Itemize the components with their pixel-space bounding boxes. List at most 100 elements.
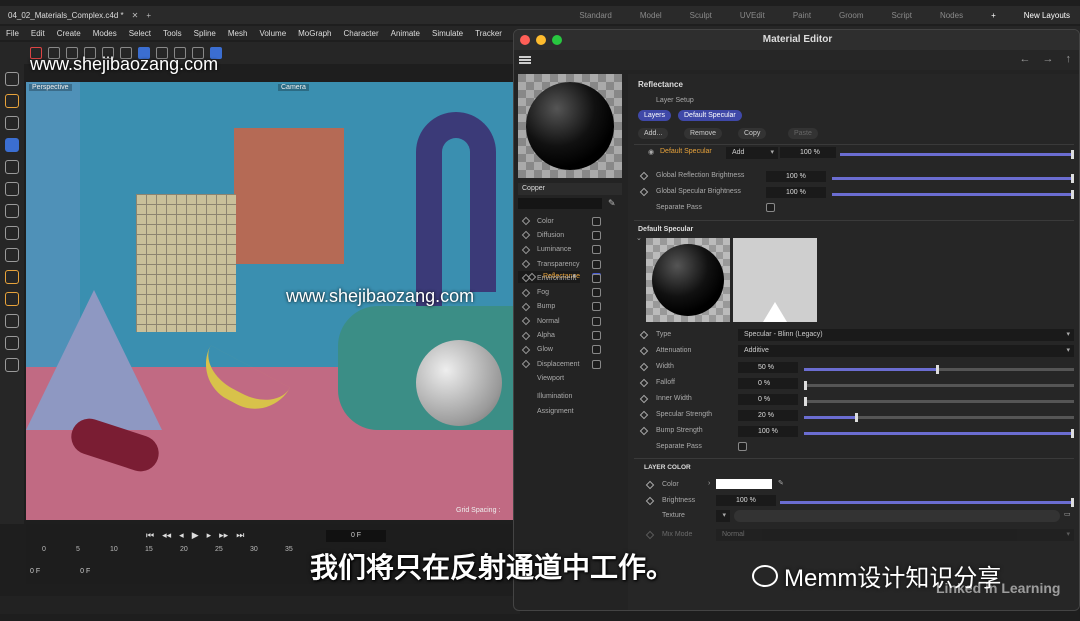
slider-knob[interactable]	[1071, 190, 1074, 199]
item-viewport[interactable]: Viewport	[518, 371, 622, 385]
menu-tracker[interactable]: Tracker	[475, 29, 502, 38]
menu-volume[interactable]: Volume	[259, 29, 286, 38]
keyframe-diamond-icon[interactable]	[521, 302, 531, 312]
channel-alpha[interactable]: Alpha	[518, 328, 622, 342]
falloff-slider[interactable]	[804, 381, 1074, 390]
keyframe-diamond-icon[interactable]	[521, 288, 531, 297]
workspace-script[interactable]: Script	[892, 11, 912, 20]
slider-knob[interactable]	[855, 413, 858, 422]
keyframe-diamond-icon[interactable]	[521, 345, 531, 355]
layer-opacity-field[interactable]: 100 %	[780, 147, 836, 158]
material-name-field[interactable]: Copper	[518, 183, 622, 195]
back-arrow-icon[interactable]: ←	[1020, 53, 1031, 65]
folder-icon[interactable]: ▭	[1064, 510, 1071, 518]
add-tab-icon[interactable]: +	[146, 11, 151, 20]
brightness-slider[interactable]	[780, 498, 1074, 507]
slider-knob[interactable]	[1071, 429, 1074, 438]
slider-knob[interactable]	[1071, 498, 1074, 507]
bump-strength-slider[interactable]	[804, 429, 1074, 438]
sketch-tool-icon[interactable]	[5, 270, 19, 284]
keyframe-diamond-icon[interactable]	[639, 378, 649, 388]
eyedropper-icon[interactable]: ✎	[778, 479, 784, 487]
menu-create[interactable]: Create	[57, 29, 81, 38]
keyframe-diamond-icon[interactable]	[521, 216, 531, 226]
channel-checkbox[interactable]	[592, 288, 601, 298]
channel-bump[interactable]: Bump	[518, 300, 622, 314]
channel-checkbox[interactable]	[592, 216, 601, 226]
spline-pen-icon[interactable]	[5, 248, 19, 262]
channel-checkbox[interactable]	[592, 259, 601, 269]
copy-layer-button[interactable]: Copy	[738, 128, 767, 139]
workspace-uvedit[interactable]: UVEdit	[740, 11, 765, 20]
zoom-window-icon[interactable]	[552, 35, 562, 45]
prev-key-icon[interactable]: ◂◂	[162, 530, 171, 541]
material-search-field[interactable]	[518, 198, 602, 209]
keyframe-diamond-icon[interactable]	[521, 231, 531, 240]
channel-displacement[interactable]: Displacement	[518, 357, 622, 371]
type-dropdown[interactable]: Specular - Blinn (Legacy)	[738, 329, 1074, 341]
inner-width-slider[interactable]	[804, 397, 1074, 406]
material-preview[interactable]	[518, 74, 622, 178]
file-tab[interactable]: 04_02_Materials_Complex.c4d *	[0, 11, 132, 20]
workspace-paint[interactable]: Paint	[793, 11, 811, 20]
slider-knob[interactable]	[804, 397, 807, 406]
texture-field[interactable]	[734, 510, 1060, 522]
channel-transparency[interactable]: Transparency	[518, 257, 622, 271]
menu-edit[interactable]: Edit	[31, 29, 45, 38]
texture-menu-button[interactable]	[716, 510, 730, 522]
menu-file[interactable]: File	[6, 29, 19, 38]
item-illumination[interactable]: Illumination	[518, 390, 622, 404]
workspace-model[interactable]: Model	[640, 11, 662, 20]
slider-knob[interactable]	[936, 365, 939, 374]
channel-checkbox[interactable]	[592, 230, 601, 240]
separate-pass-checkbox[interactable]	[766, 203, 775, 212]
width-field[interactable]: 50 %	[738, 362, 798, 373]
slider-knob[interactable]	[804, 381, 807, 390]
viewport-label[interactable]: Perspective	[29, 84, 72, 91]
keyframe-diamond-icon[interactable]	[639, 362, 649, 372]
attenuation-dropdown[interactable]: Additive	[738, 345, 1074, 357]
current-frame-field[interactable]: 0 F	[326, 530, 386, 542]
add-workspace-icon[interactable]: +	[991, 11, 996, 20]
close-tab-icon[interactable]: ✕	[132, 11, 139, 20]
magnet-tool-icon[interactable]	[5, 358, 19, 372]
channel-checkbox[interactable]	[592, 245, 601, 255]
keyframe-diamond-icon[interactable]	[521, 274, 531, 283]
channel-environment[interactable]: Environment	[518, 271, 622, 285]
knife-tool-icon[interactable]	[5, 336, 19, 350]
remove-layer-button[interactable]: Remove	[684, 128, 723, 139]
keyframe-diamond-icon[interactable]	[639, 187, 649, 197]
bump-strength-field[interactable]: 100 %	[738, 426, 798, 437]
mix-mode-dropdown[interactable]: Normal	[716, 529, 1074, 541]
channel-luminance[interactable]: Luminance	[518, 243, 622, 257]
eye-icon[interactable]: ◉	[648, 148, 654, 156]
next-key-icon[interactable]: ▸▸	[219, 530, 228, 541]
keyframe-diamond-icon[interactable]	[645, 480, 655, 490]
go-start-icon[interactable]: ⏮	[146, 530, 154, 541]
specular-strength-slider[interactable]	[804, 413, 1074, 422]
selection-tool-icon[interactable]	[5, 94, 19, 108]
brightness-field[interactable]: 100 %	[716, 495, 776, 506]
channel-checkbox[interactable]	[592, 316, 601, 326]
falloff-field[interactable]: 0 %	[738, 378, 798, 389]
channel-fog[interactable]: Fog	[518, 285, 622, 299]
keyframe-diamond-icon[interactable]	[639, 394, 649, 404]
menu-select[interactable]: Select	[129, 29, 151, 38]
camera-selector[interactable]: Camera	[278, 84, 309, 91]
channel-diffusion[interactable]: Diffusion	[518, 228, 622, 242]
keyframe-diamond-icon[interactable]	[639, 410, 649, 420]
forward-arrow-icon[interactable]: →	[1043, 53, 1054, 65]
add-layer-button[interactable]: Add...	[638, 128, 669, 139]
menu-simulate[interactable]: Simulate	[432, 29, 463, 38]
color-swatch[interactable]	[716, 479, 772, 489]
menu-modes[interactable]: Modes	[93, 29, 117, 38]
global-reflection-slider[interactable]	[832, 174, 1074, 183]
live-select-icon[interactable]	[5, 116, 19, 130]
menu-animate[interactable]: Animate	[391, 29, 420, 38]
rotate-tool-icon[interactable]	[5, 160, 19, 174]
paste-layer-button[interactable]: Paste	[788, 128, 818, 139]
close-window-icon[interactable]	[520, 35, 530, 45]
menu-spline[interactable]: Spline	[194, 29, 216, 38]
tab-layers[interactable]: Layers	[638, 110, 672, 121]
menu-character[interactable]: Character	[344, 29, 379, 38]
